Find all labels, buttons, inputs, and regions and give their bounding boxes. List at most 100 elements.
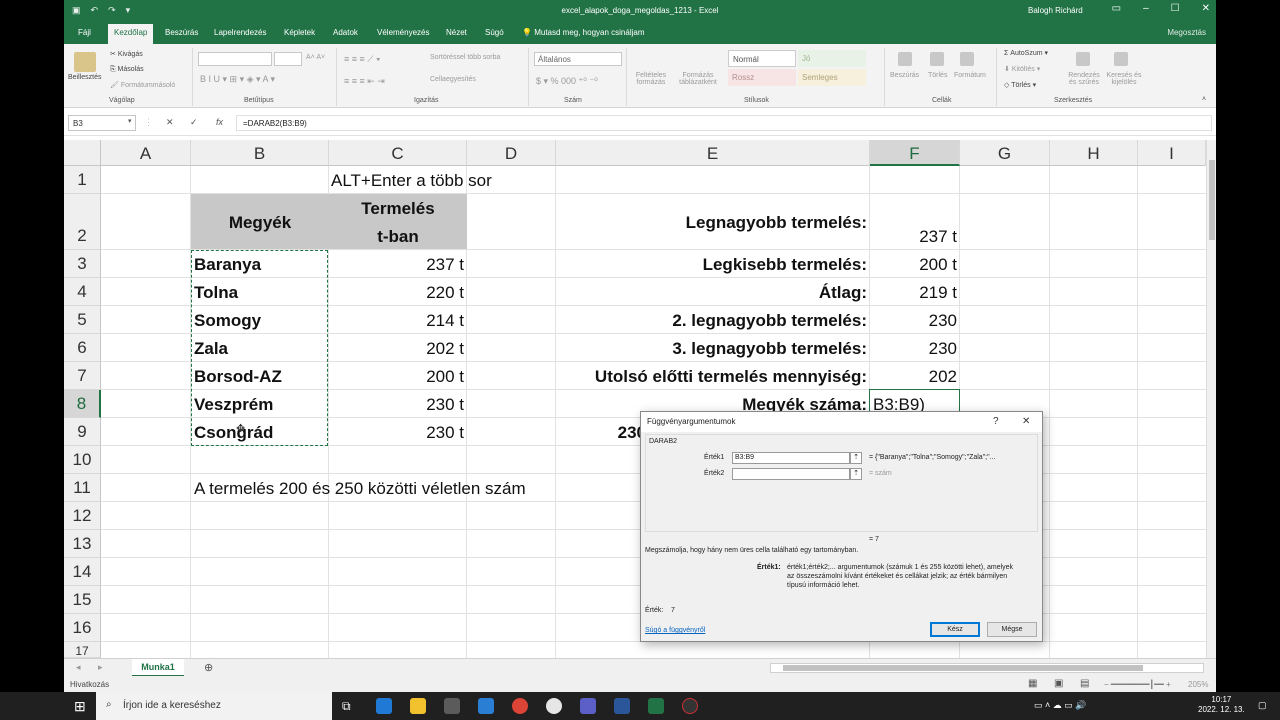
tab-page-layout[interactable]: Lapelrendezés: [214, 28, 266, 37]
style-normal[interactable]: Normál: [728, 50, 796, 67]
cell-c1[interactable]: ALT+Enter a több sor: [331, 171, 492, 191]
tab-review[interactable]: Véleményezés: [377, 28, 429, 37]
chrome-icon[interactable]: [512, 698, 528, 714]
font-size-dropdown[interactable]: [274, 52, 302, 66]
cell-e2[interactable]: Legnagyobb termelés:: [556, 213, 867, 233]
vertical-scroll-thumb[interactable]: [1209, 160, 1215, 240]
conditional-formatting-button[interactable]: Feltételes formázás: [631, 72, 671, 86]
cell-e6[interactable]: 3. legnagyobb termelés:: [556, 339, 867, 359]
style-good[interactable]: Jó: [798, 50, 866, 67]
page-layout-view-icon[interactable]: ▣: [1054, 678, 1063, 689]
cancel-icon[interactable]: ✕: [166, 117, 174, 128]
merge-button[interactable]: Cellaegyesítés: [430, 76, 476, 83]
style-bad[interactable]: Rossz: [728, 69, 796, 86]
row-header-13[interactable]: 13: [64, 530, 101, 558]
fill-button[interactable]: ⬇ Kitöltés ▾: [1004, 65, 1040, 73]
cell-f4[interactable]: 219 t: [870, 283, 957, 303]
cell-f5[interactable]: 230: [870, 311, 957, 331]
cell-c4[interactable]: 220 t: [329, 283, 464, 303]
help-link[interactable]: Súgó a függvényről: [645, 627, 705, 634]
row-header-11[interactable]: 11: [64, 474, 101, 502]
column-header-b[interactable]: B: [191, 140, 329, 166]
format-cells-button[interactable]: Formátum: [954, 72, 986, 79]
row-header-14[interactable]: 14: [64, 558, 101, 586]
column-header-h[interactable]: H: [1050, 140, 1138, 166]
format-painter-button[interactable]: 🖌 Formátummásoló: [110, 81, 175, 89]
cell-f6[interactable]: 230: [870, 339, 957, 359]
edge-icon[interactable]: [376, 698, 392, 714]
formula-input[interactable]: =DARAB2(B3:B9): [236, 115, 1212, 131]
column-header-e[interactable]: E: [556, 140, 870, 166]
column-header-f[interactable]: F: [870, 140, 960, 166]
app-icon[interactable]: [546, 698, 562, 714]
row-header-10[interactable]: 10: [64, 446, 101, 474]
collapse-ribbon-icon[interactable]: ˄: [1202, 96, 1206, 103]
column-header-a[interactable]: A: [101, 140, 191, 166]
paste-icon[interactable]: [74, 52, 96, 72]
tab-help[interactable]: Súgó: [485, 28, 504, 37]
delete-cells-button[interactable]: Törlés: [928, 72, 947, 79]
cell-c6[interactable]: 202 t: [329, 339, 464, 359]
share-button[interactable]: Megosztás: [1167, 28, 1206, 37]
maximize-icon[interactable]: ☐: [1171, 3, 1180, 14]
arg2-input[interactable]: [732, 468, 850, 480]
row-header-6[interactable]: 6: [64, 334, 101, 362]
find-select-button[interactable]: Keresés és kijelölés: [1104, 72, 1144, 86]
cell-e3[interactable]: Legkisebb termelés:: [556, 255, 867, 275]
task-view-icon[interactable]: ⧉: [342, 699, 351, 714]
arg1-input[interactable]: B3:B9: [732, 452, 850, 464]
name-box-dropdown-icon[interactable]: ▾: [128, 117, 132, 125]
cell-b11[interactable]: A termelés 200 és 250 közötti véletlen s…: [194, 479, 526, 499]
align-top-icons[interactable]: ≡ ≡ ≡ ⟋ ▾: [344, 54, 380, 65]
cell-c2-header-line1[interactable]: Termelés: [329, 199, 467, 219]
store-icon[interactable]: [444, 698, 460, 714]
excel-icon[interactable]: [648, 698, 664, 714]
tab-insert[interactable]: Beszúrás: [165, 28, 198, 37]
cell-c8[interactable]: 230 t: [329, 395, 464, 415]
row-header-2[interactable]: 2: [64, 194, 101, 250]
word-icon[interactable]: [614, 698, 630, 714]
row-header-12[interactable]: 12: [64, 502, 101, 530]
horizontal-scroll-thumb[interactable]: [783, 665, 1143, 671]
cell-b2-header[interactable]: Megyék: [191, 213, 329, 233]
column-header-c[interactable]: C: [329, 140, 467, 166]
cell-e5[interactable]: 2. legnagyobb termelés:: [556, 311, 867, 331]
cell-e7[interactable]: Utolsó előtti termelés mennyiség:: [556, 367, 867, 387]
name-box[interactable]: B3: [68, 115, 136, 131]
normal-view-icon[interactable]: ▦: [1028, 678, 1037, 689]
cell-c7[interactable]: 200 t: [329, 367, 464, 387]
sort-filter-button[interactable]: Rendezés és szűrés: [1064, 72, 1104, 86]
cancel-button[interactable]: Mégse: [987, 622, 1037, 637]
sheet-next-icon[interactable]: ▸: [98, 662, 103, 673]
cell-e4[interactable]: Átlag:: [556, 283, 867, 303]
enter-icon[interactable]: ✓: [190, 117, 198, 128]
recorder-icon[interactable]: [682, 698, 698, 714]
font-style-buttons[interactable]: B I U ▾ ⊞ ▾ ◈ ▾ A ▾: [200, 74, 275, 85]
row-header-3[interactable]: 3: [64, 250, 101, 278]
sheet-tab-munka1[interactable]: Munka1: [132, 659, 184, 677]
insert-function-icon[interactable]: fx: [216, 117, 223, 127]
zoom-slider[interactable]: − ━━━━━━━━┃━━ +: [1104, 680, 1171, 689]
taskbar-clock[interactable]: 10:17 2022. 12. 13.: [1198, 695, 1245, 715]
tell-me[interactable]: 💡 Mutasd meg, hogyan csináljam: [522, 28, 644, 37]
arg2-collapse-icon[interactable]: ⇡: [850, 468, 862, 480]
user-name[interactable]: Balogh Richárd: [1028, 6, 1083, 15]
minimize-icon[interactable]: –: [1143, 3, 1149, 14]
help-icon[interactable]: ?: [993, 416, 999, 427]
autosum-button[interactable]: Σ AutoSzum ▾: [1004, 49, 1048, 57]
format-as-table-button[interactable]: Formázás táblázatként: [676, 72, 720, 86]
taskbar-search-input[interactable]: ⌕ Írjon ide a kereséshez: [96, 692, 332, 720]
clear-button[interactable]: ◇ Törlés ▾: [1004, 81, 1036, 89]
align-left-icons[interactable]: ≡ ≡ ≡ ⇤ ⇥: [344, 76, 385, 87]
sheet-prev-icon[interactable]: ◂: [76, 662, 81, 673]
row-header-4[interactable]: 4: [64, 278, 101, 306]
cell-c2-header-line2[interactable]: t-ban: [329, 227, 467, 247]
vertical-scrollbar[interactable]: [1206, 140, 1216, 658]
file-explorer-icon[interactable]: [410, 698, 426, 714]
insert-cells-icon[interactable]: [898, 52, 912, 66]
wrap-text-button[interactable]: Sortöréssel több sorba: [430, 54, 500, 61]
mail-icon[interactable]: [478, 698, 494, 714]
dialog-close-icon[interactable]: ✕: [1022, 416, 1030, 427]
cut-button[interactable]: ✂ Kivágás: [110, 50, 143, 58]
tab-view[interactable]: Nézet: [446, 28, 467, 37]
